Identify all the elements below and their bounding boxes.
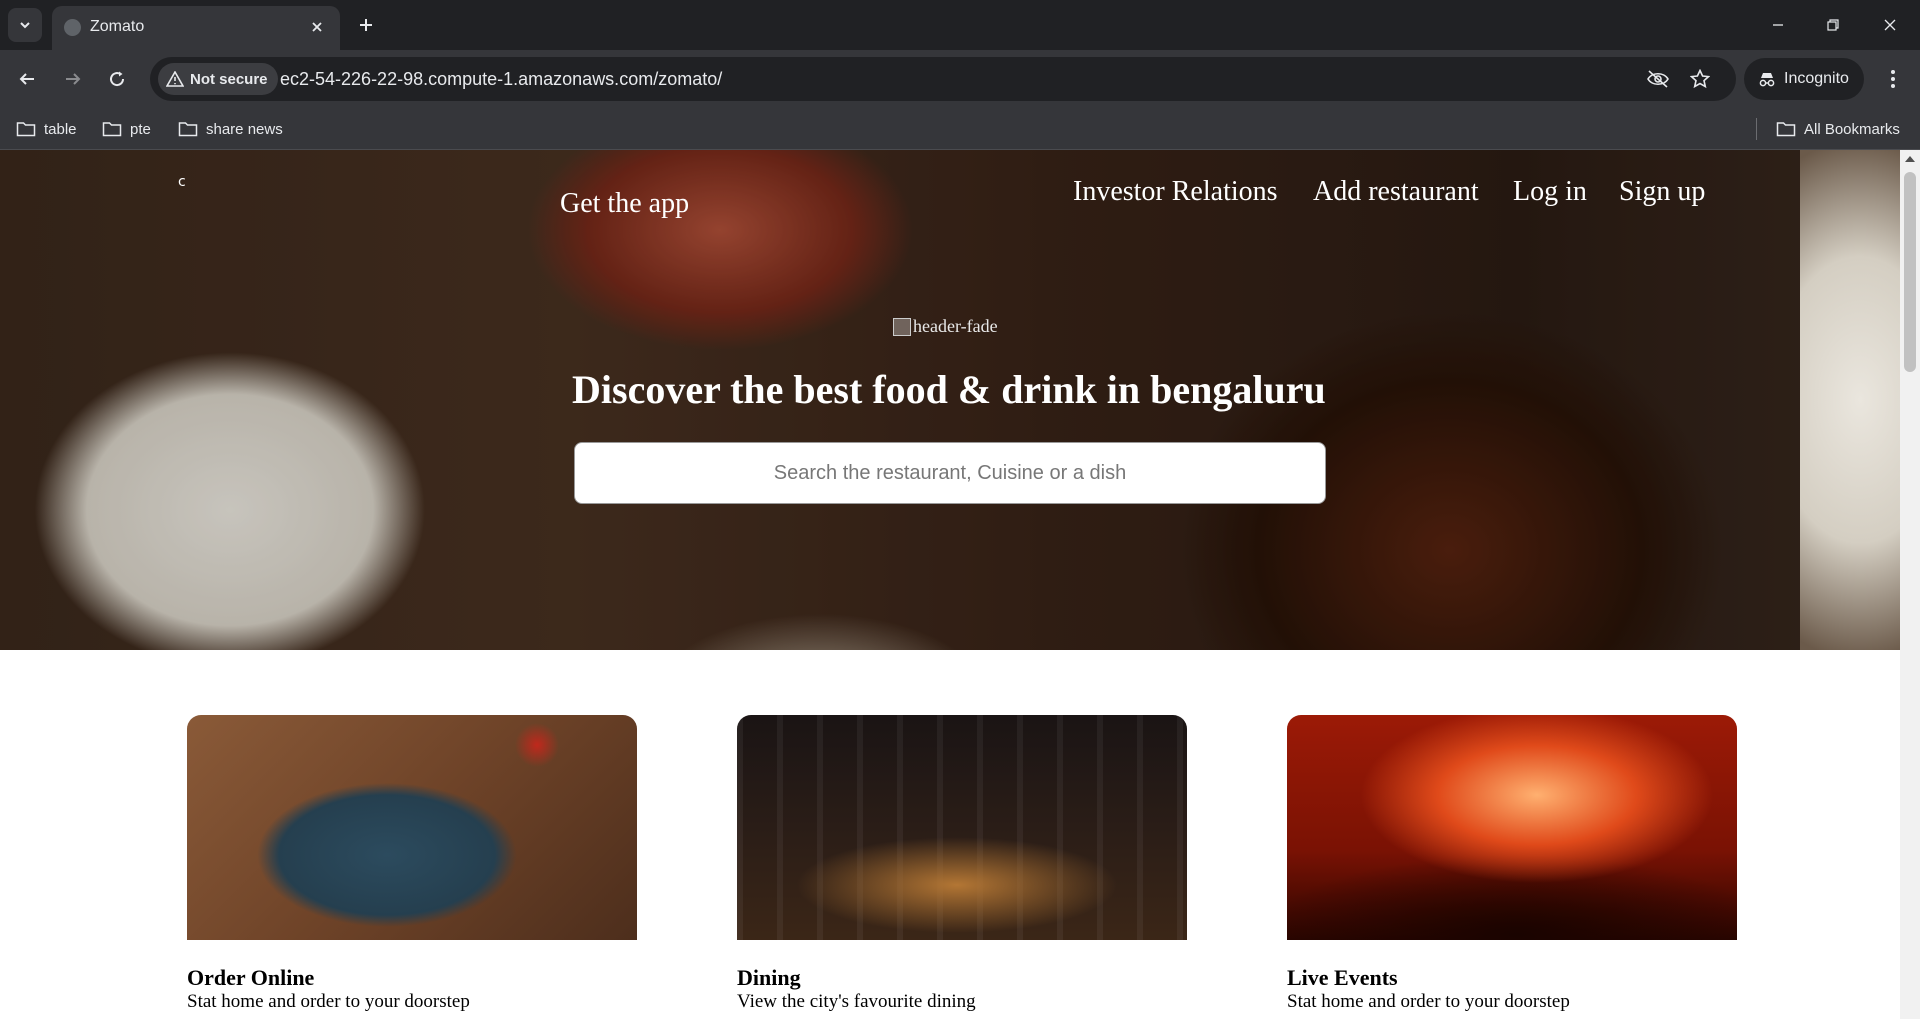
scrollbar-thumb[interactable] xyxy=(1904,172,1916,372)
tab-title: Zomato xyxy=(90,18,145,35)
scroll-up-arrow-icon[interactable] xyxy=(1905,156,1915,162)
bookmark-label: pte xyxy=(130,120,151,138)
url-text[interactable]: ec2-54-226-22-98.compute-1.amazonaws.com… xyxy=(280,69,722,90)
card-title: Dining xyxy=(737,965,801,990)
tracking-protection-button[interactable] xyxy=(1646,67,1670,91)
bookmark-label: share news xyxy=(206,120,283,138)
card-description: Stat home and order to your doorstep xyxy=(1287,991,1570,1012)
chevron-down-icon xyxy=(20,22,30,29)
restore-button[interactable] xyxy=(1813,8,1853,42)
header-fade-image: header-fade xyxy=(893,316,998,337)
all-bookmarks-button[interactable]: All Bookmarks xyxy=(1776,116,1900,142)
bookmark-star-button[interactable] xyxy=(1688,67,1712,91)
tab-close-button[interactable] xyxy=(304,14,330,40)
arrow-right-icon xyxy=(66,73,81,85)
folder-icon xyxy=(16,122,36,137)
security-label: Not secure xyxy=(190,70,268,88)
reload-button[interactable] xyxy=(100,62,134,96)
card-description: Stat home and order to your doorstep xyxy=(187,991,470,1012)
browser-toolbar: Not secure ec2-54-226-22-98.compute-1.am… xyxy=(0,50,1920,108)
eye-off-icon xyxy=(1647,70,1669,88)
more-vertical-icon xyxy=(1891,70,1895,88)
minimize-button[interactable] xyxy=(1758,8,1798,42)
nav-add-restaurant[interactable]: Add restaurant xyxy=(1313,176,1479,208)
card-dining[interactable]: Dining View the city's favourite dining xyxy=(737,715,1187,1012)
address-bar[interactable]: Not secure ec2-54-226-22-98.compute-1.am… xyxy=(150,57,1736,101)
globe-icon xyxy=(64,19,81,36)
reload-icon xyxy=(110,71,125,87)
hero-title: Discover the best food & drink in bengal… xyxy=(572,367,1326,412)
browser-menu-button[interactable] xyxy=(1878,62,1908,96)
plus-icon xyxy=(360,19,372,31)
new-tab-button[interactable] xyxy=(350,9,382,41)
card-description: View the city's favourite dining xyxy=(737,991,976,1012)
arrow-left-icon xyxy=(19,73,34,85)
security-chip[interactable]: Not secure xyxy=(158,63,278,95)
nav-investor-relations[interactable]: Investor Relations xyxy=(1073,176,1278,208)
card-title: Order Online xyxy=(187,965,315,990)
close-icon xyxy=(312,22,322,32)
nav-login[interactable]: Log in xyxy=(1513,176,1587,208)
incognito-indicator[interactable]: Incognito xyxy=(1744,58,1864,100)
card-live-events[interactable]: Live Events Stat home and order to your … xyxy=(1287,715,1737,1012)
order-online-image[interactable] xyxy=(187,715,637,940)
folder-icon xyxy=(1776,122,1796,137)
bookmark-folder-table[interactable]: table xyxy=(16,116,77,142)
minimize-icon xyxy=(1773,24,1783,26)
close-icon xyxy=(1884,19,1896,31)
broken-image-icon xyxy=(893,317,911,336)
page-viewport: c Get the app Investor Relations Add res… xyxy=(0,150,1900,1019)
header-fade-alt-text: header-fade xyxy=(913,316,998,336)
incognito-icon xyxy=(1759,73,1775,87)
all-bookmarks-label: All Bookmarks xyxy=(1804,120,1900,138)
back-button[interactable] xyxy=(10,62,44,96)
bookmark-label: table xyxy=(44,120,77,138)
card-title: Live Events xyxy=(1287,965,1398,990)
bookmark-folder-share-news[interactable]: share news xyxy=(178,116,283,142)
restore-icon xyxy=(1827,19,1839,31)
forward-button[interactable] xyxy=(56,62,90,96)
star-icon xyxy=(1690,69,1710,89)
folder-icon xyxy=(178,122,198,137)
tab-strip: Zomato xyxy=(0,0,1920,50)
page-scrollbar[interactable] xyxy=(1900,150,1920,1019)
folder-icon xyxy=(102,122,122,137)
incognito-label: Incognito xyxy=(1784,70,1849,87)
active-tab[interactable]: Zomato xyxy=(52,6,340,50)
close-window-button[interactable] xyxy=(1870,8,1910,42)
tab-search-button[interactable] xyxy=(8,8,42,42)
bookmark-folder-pte[interactable]: pte xyxy=(102,116,151,142)
search-input[interactable] xyxy=(574,442,1326,504)
bookmarks-divider xyxy=(1756,118,1757,140)
warning-icon xyxy=(166,71,184,87)
hero-background-repeat xyxy=(1800,150,1900,650)
get-app-link[interactable]: Get the app xyxy=(560,188,689,220)
hero-banner: c Get the app Investor Relations Add res… xyxy=(0,150,1900,650)
bookmarks-bar: table pte share news All Bookmarks xyxy=(0,108,1920,150)
live-events-image[interactable] xyxy=(1287,715,1737,940)
nav-signup[interactable]: Sign up xyxy=(1619,176,1705,208)
dining-image[interactable] xyxy=(737,715,1187,940)
hero-logo-glyph: c xyxy=(178,174,186,190)
card-order-online[interactable]: Order Online Stat home and order to your… xyxy=(187,715,637,1012)
